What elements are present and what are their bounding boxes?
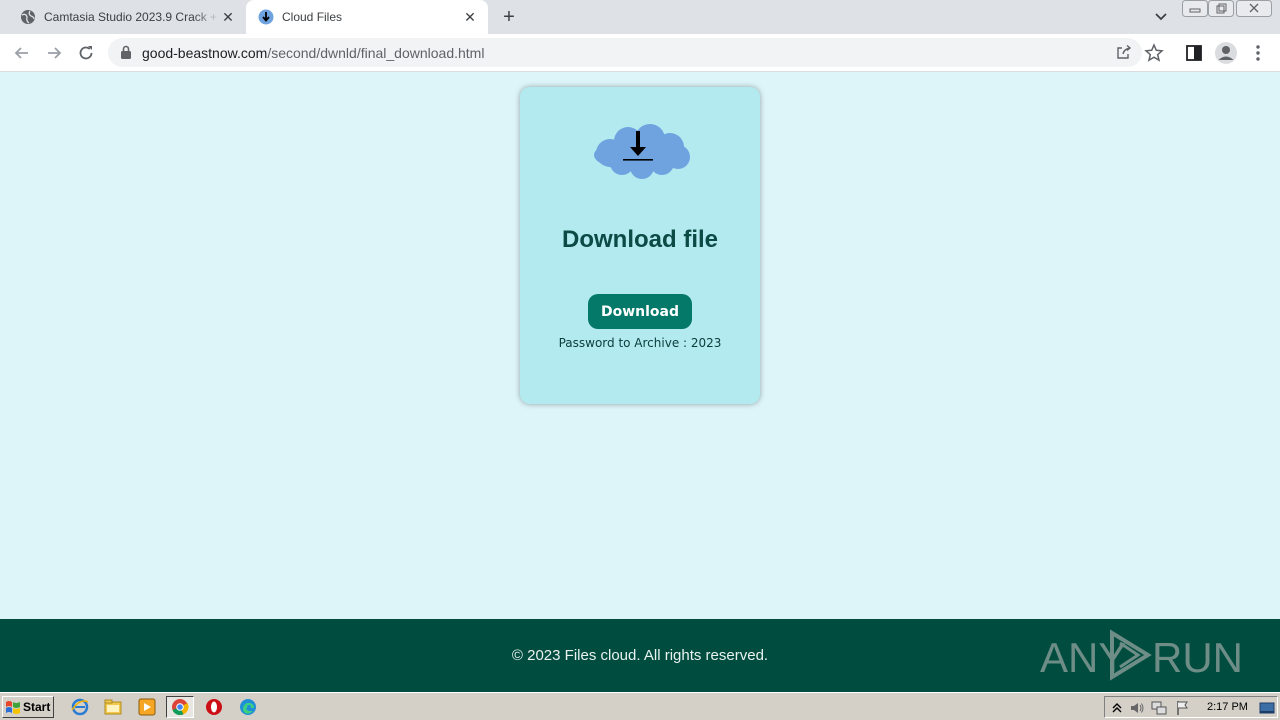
start-button[interactable]: Start (2, 696, 54, 718)
media-player-icon[interactable] (137, 697, 157, 717)
globe-icon (21, 10, 35, 24)
back-button[interactable] (10, 41, 34, 65)
show-desktop-icon[interactable] (1259, 700, 1275, 716)
ie-icon[interactable] (70, 697, 90, 717)
cloud-download-favicon (258, 9, 274, 25)
windows-flag-icon (6, 701, 20, 714)
reload-button[interactable] (74, 41, 98, 65)
download-button[interactable]: Download (588, 294, 692, 329)
share-icon[interactable] (1116, 44, 1132, 60)
more-menu-icon[interactable] (1248, 43, 1268, 63)
opera-icon[interactable] (204, 697, 224, 717)
card-title: Download file (562, 226, 718, 253)
reload-icon (79, 46, 93, 60)
edge-icon[interactable] (238, 697, 258, 717)
system-tray: 2:17 PM (1104, 696, 1278, 718)
forward-button[interactable] (42, 41, 66, 65)
new-tab-button[interactable]: + (498, 7, 520, 29)
volume-icon[interactable] (1129, 700, 1145, 716)
tab-strip: Camtasia Studio 2023.9 Crack + Serial ✕ … (0, 0, 1280, 34)
page-body: Download file Download Password to Archi… (0, 72, 1280, 619)
archive-password-text: Password to Archive : 2023 (558, 336, 722, 350)
browser-toolbar: good-beastnow.com/second/dwnld/final_dow… (0, 34, 1280, 72)
address-bar[interactable]: good-beastnow.com/second/dwnld/final_dow… (108, 38, 1142, 67)
page-footer: © 2023 Files cloud. All rights reserved.… (0, 619, 1280, 692)
taskbar-clock[interactable]: 2:17 PM (1207, 701, 1248, 713)
close-tab-icon[interactable]: ✕ (220, 9, 236, 25)
close-tab-icon[interactable]: ✕ (462, 9, 478, 25)
minimize-icon[interactable] (1182, 0, 1208, 18)
side-panel-icon[interactable] (1184, 43, 1204, 63)
bookmark-star-icon[interactable] (1144, 43, 1164, 63)
url-path: /second/dwnld/final_download.html (267, 45, 485, 61)
download-card: Download file Download Password to Archi… (520, 87, 760, 404)
chrome-icon[interactable] (166, 696, 194, 718)
anyrun-watermark-logo: ANY RUN (1040, 629, 1240, 681)
folder-icon[interactable] (103, 697, 123, 717)
cloud-download-icon (594, 124, 690, 179)
forward-arrow-icon (48, 47, 62, 59)
back-arrow-icon (14, 47, 28, 59)
tab-title: Camtasia Studio 2023.9 Crack + Serial (44, 10, 220, 24)
watermark-text-right: RUN (1152, 634, 1240, 681)
tray-expand-icon[interactable] (1109, 700, 1125, 716)
lock-icon[interactable] (120, 45, 132, 59)
profile-avatar-icon[interactable] (1214, 41, 1238, 65)
url-text[interactable]: good-beastnow.com/second/dwnld/final_dow… (142, 45, 484, 61)
tab-search-chevron-icon[interactable] (1152, 9, 1170, 25)
url-domain: good-beastnow.com (142, 45, 268, 61)
network-icon[interactable] (1151, 700, 1167, 716)
action-center-flag-icon[interactable] (1175, 700, 1191, 716)
tab-cloud-files[interactable]: Cloud Files ✕ (246, 0, 488, 34)
close-window-icon[interactable] (1236, 0, 1272, 18)
windows-taskbar: Start 2:17 PM (0, 692, 1280, 720)
restore-icon[interactable] (1208, 0, 1234, 18)
tab-camtasia[interactable]: Camtasia Studio 2023.9 Crack + Serial ✕ (0, 0, 246, 34)
start-label: Start (23, 700, 51, 714)
tab-title: Cloud Files (282, 10, 343, 24)
